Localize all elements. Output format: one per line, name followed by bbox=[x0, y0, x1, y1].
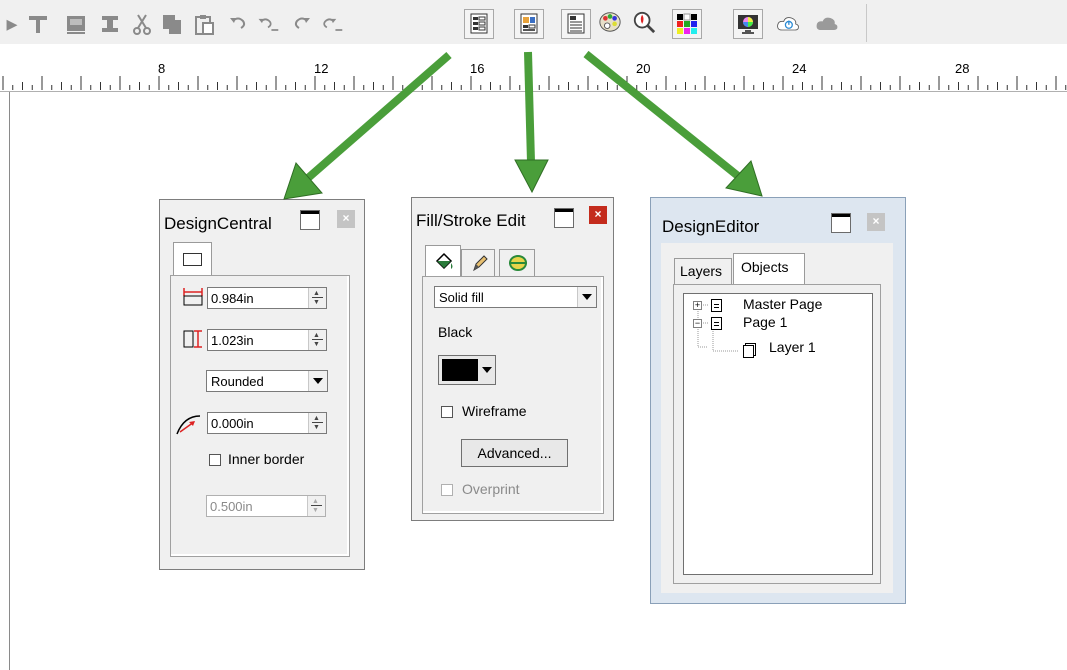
ruler-label-28: 28 bbox=[955, 61, 970, 76]
corner-style-select[interactable]: Rounded bbox=[206, 370, 328, 392]
chevron-down-icon[interactable] bbox=[308, 371, 327, 391]
stroke-tab[interactable] bbox=[461, 249, 495, 277]
ruler-label-12: 12 bbox=[314, 61, 329, 76]
cloud-icon[interactable] bbox=[815, 12, 839, 36]
height-value: 1.023in bbox=[211, 333, 254, 348]
text-tool-icon[interactable] bbox=[26, 12, 50, 36]
fill-stroke-title: Fill/Stroke Edit bbox=[416, 211, 526, 230]
fill-stroke-editor-button[interactable] bbox=[514, 9, 544, 39]
inner-border-offset-spinner-buttons[interactable]: ▲ ▼ bbox=[307, 496, 325, 516]
tab-layers-label: Layers bbox=[680, 263, 723, 279]
fill-tab[interactable] bbox=[425, 245, 461, 277]
align-icon[interactable] bbox=[98, 12, 122, 36]
chevron-down-icon[interactable] bbox=[577, 287, 596, 307]
inner-border-checkbox[interactable] bbox=[209, 454, 221, 466]
copy-icon[interactable] bbox=[160, 12, 184, 36]
page-1-expander[interactable]: − bbox=[693, 319, 702, 328]
tree-item-master-page[interactable]: Master Page bbox=[743, 296, 822, 312]
color-chart-button[interactable] bbox=[672, 9, 702, 39]
corner-style-value: Rounded bbox=[211, 374, 264, 389]
design-central-title: DesignCentral bbox=[164, 214, 272, 233]
design-central-button[interactable] bbox=[464, 9, 494, 39]
corner-radius-spinner[interactable]: 0.000in ▲ ▼ bbox=[207, 412, 327, 434]
horizontal-ruler[interactable]: 8 12 16 20 24 28 bbox=[0, 44, 1067, 92]
corner-radius-spinner-buttons[interactable]: ▲ ▼ bbox=[308, 413, 326, 433]
corner-radius-icon bbox=[176, 415, 201, 435]
advanced-button[interactable]: Advanced... bbox=[461, 439, 568, 467]
height-spinner-buttons[interactable]: ▲ ▼ bbox=[308, 330, 326, 350]
height-icon bbox=[183, 330, 202, 348]
tab-layers[interactable]: Layers bbox=[674, 258, 732, 284]
fill-stroke-editor-panel: Fill/Stroke Edit × Solid fill Black Wire… bbox=[411, 197, 614, 521]
overprint-checkbox[interactable] bbox=[441, 484, 453, 496]
undo-icon[interactable] bbox=[226, 12, 250, 36]
fill-color-swatch bbox=[442, 359, 478, 381]
redo-icon[interactable] bbox=[290, 12, 314, 36]
cut-icon[interactable] bbox=[130, 12, 154, 36]
inner-border-label: Inner border bbox=[228, 451, 305, 467]
overprint-label: Overprint bbox=[462, 481, 520, 497]
width-spinner[interactable]: 0.984in ▲ ▼ bbox=[207, 287, 327, 309]
inner-border-offset-spinner[interactable]: 0.500in ▲ ▼ bbox=[206, 495, 326, 517]
image-icon[interactable] bbox=[64, 12, 88, 36]
cloud-sync-icon[interactable] bbox=[776, 12, 800, 36]
height-spinner[interactable]: 1.023in ▲ ▼ bbox=[207, 329, 327, 351]
paste-icon[interactable] bbox=[192, 12, 216, 36]
ruler-label-20: 20 bbox=[636, 61, 651, 76]
width-icon bbox=[183, 288, 203, 306]
page-icon bbox=[711, 317, 722, 330]
design-central-icon bbox=[470, 13, 488, 34]
page-icon bbox=[711, 299, 722, 312]
design-central-panel: DesignCentral × 0.984in ▲ ▼ 1.023in ▲ ▼ Ro… bbox=[159, 199, 365, 570]
tab-objects-label: Objects bbox=[741, 259, 789, 275]
palette-icon[interactable] bbox=[598, 10, 622, 34]
inner-border-offset-value: 0.500in bbox=[210, 499, 253, 514]
width-spinner-buttons[interactable]: ▲ ▼ bbox=[308, 288, 326, 308]
color-chart-icon bbox=[677, 13, 697, 34]
ruler-label-8: 8 bbox=[158, 61, 166, 76]
fill-tab-content bbox=[422, 276, 604, 514]
main-toolbar: ▸ bbox=[0, 0, 1067, 44]
tree-item-layer-1[interactable]: Layer 1 bbox=[769, 339, 816, 355]
fill-stroke-close-button[interactable]: × bbox=[589, 206, 607, 224]
layer-icon bbox=[743, 343, 756, 358]
design-editor-title: DesignEditor bbox=[662, 217, 760, 236]
effects-icon bbox=[509, 255, 527, 271]
design-editor-close-button[interactable]: × bbox=[867, 213, 885, 231]
monitor-color-button[interactable] bbox=[733, 9, 763, 39]
frame-tab-icon bbox=[183, 253, 202, 266]
monitor-color-icon bbox=[738, 15, 758, 34]
corner-radius-value: 0.000in bbox=[211, 416, 254, 431]
paint-bucket-icon bbox=[435, 252, 453, 270]
partial-tool-icon[interactable]: ▸ bbox=[0, 11, 24, 36]
fill-type-select[interactable]: Solid fill bbox=[434, 286, 597, 308]
toolbar-end-separator bbox=[866, 4, 867, 42]
design-central-maximize-button[interactable] bbox=[300, 210, 320, 230]
wireframe-checkbox[interactable] bbox=[441, 406, 453, 418]
pencil-icon bbox=[473, 255, 488, 272]
master-page-expander[interactable]: + bbox=[693, 301, 702, 310]
design-editor-panel: DesignEditor × Layers Objects + Master P… bbox=[650, 197, 906, 604]
effects-tab[interactable] bbox=[499, 249, 535, 277]
fill-color-picker[interactable] bbox=[438, 355, 496, 385]
redo-list-icon[interactable] bbox=[320, 12, 344, 36]
wireframe-label: Wireframe bbox=[462, 403, 527, 419]
design-central-close-button[interactable]: × bbox=[337, 210, 355, 228]
fill-stroke-maximize-button[interactable] bbox=[554, 208, 574, 228]
chevron-down-icon bbox=[482, 367, 492, 373]
fill-color-name: Black bbox=[438, 324, 473, 340]
width-value: 0.984in bbox=[211, 291, 254, 306]
ruler-label-16: 16 bbox=[470, 61, 485, 76]
design-editor-button[interactable] bbox=[561, 9, 591, 39]
fill-type-value: Solid fill bbox=[439, 290, 484, 305]
tree-item-page-1[interactable]: Page 1 bbox=[743, 314, 787, 330]
ruler-label-24: 24 bbox=[792, 61, 807, 76]
design-editor-icon bbox=[567, 13, 585, 34]
undo-list-icon[interactable] bbox=[256, 12, 280, 36]
design-editor-maximize-button[interactable] bbox=[831, 213, 851, 233]
tab-objects[interactable]: Objects bbox=[733, 253, 805, 285]
zoom-icon[interactable] bbox=[632, 10, 656, 34]
design-central-tab[interactable] bbox=[173, 242, 212, 276]
fill-stroke-editor-icon bbox=[520, 13, 538, 34]
